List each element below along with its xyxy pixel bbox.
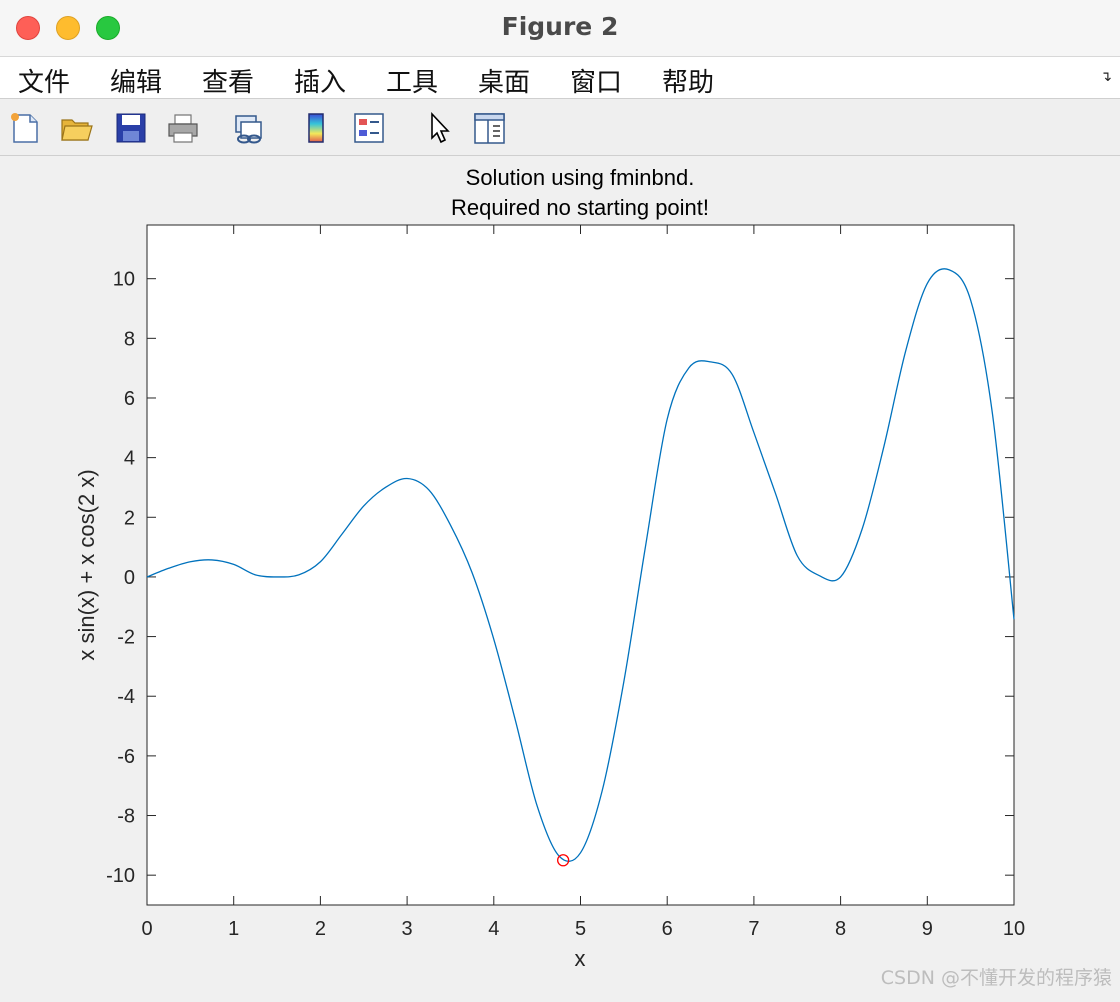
x-tick-label: 7: [748, 918, 759, 940]
chart-title-line-2: Required no starting point!: [451, 195, 709, 220]
chart-title-line-1: Solution using fminbnd.: [466, 165, 695, 190]
chevron-double-icon[interactable]: ↴: [1100, 69, 1112, 85]
x-tick-label: 1: [228, 918, 239, 940]
window-title: Figure 2: [501, 12, 619, 41]
print-icon[interactable]: [166, 111, 200, 145]
x-tick-label: 8: [835, 918, 846, 940]
y-tick-label: 10: [113, 269, 135, 291]
y-axis-label: x sin(x) + x cos(2 x): [74, 469, 99, 660]
x-axis-label: x: [575, 946, 586, 971]
toolbar: [0, 99, 1120, 156]
new-figure-icon[interactable]: [8, 111, 42, 145]
menu-file[interactable]: 文件: [18, 62, 70, 99]
menu-view[interactable]: 查看: [202, 62, 254, 99]
menu-bar: 文件 编辑 查看 插入 工具 桌面 窗口 帮助 ↴: [0, 57, 1120, 99]
figure-canvas: 0 1 2 3 4 5 6 7 8 9 10 -10 -8 -6 -4 -2 0 2 4 6 8 10 Solution …: [0, 156, 1120, 998]
y-tick-label: 2: [124, 507, 135, 529]
menu-desktop[interactable]: 桌面: [478, 62, 530, 99]
x-tick-label: 0: [141, 918, 152, 940]
figure-window: Figure 2 文件 编辑 查看 插入 工具 桌面 窗口 帮助 ↴ 0 1 2…: [0, 0, 1120, 998]
y-tick-label: 4: [124, 448, 135, 470]
colorbar-icon[interactable]: [300, 111, 334, 145]
y-tick-label: -4: [117, 686, 135, 708]
x-tick-label: 2: [315, 918, 326, 940]
x-tick-label: 9: [922, 918, 933, 940]
menu-tools[interactable]: 工具: [386, 62, 438, 99]
link-plot-icon[interactable]: [232, 111, 266, 145]
x-tick-label: 10: [1003, 918, 1025, 940]
x-tick-label: 4: [488, 918, 499, 940]
menu-help[interactable]: 帮助: [662, 62, 714, 99]
x-tick-label: 3: [402, 918, 413, 940]
y-tick-label: 0: [124, 567, 135, 589]
title-bar[interactable]: Figure 2: [0, 0, 1120, 57]
watermark: CSDN @不懂开发的程序猿: [880, 967, 1112, 989]
x-tick-label: 6: [662, 918, 673, 940]
y-tick-label: 8: [124, 328, 135, 350]
property-inspector-icon[interactable]: [472, 111, 506, 145]
open-file-icon[interactable]: [60, 111, 94, 145]
menu-insert[interactable]: 插入: [294, 62, 346, 99]
y-tick-label: -2: [117, 627, 135, 649]
legend-icon[interactable]: [352, 111, 386, 145]
y-tick-label: -8: [117, 806, 135, 828]
y-tick-label: 6: [124, 388, 135, 410]
chart[interactable]: 0 1 2 3 4 5 6 7 8 9 10 -10 -8 -6 -4 -2 0 2 4 6 8 10 Solution …: [0, 156, 1120, 998]
menu-window[interactable]: 窗口: [570, 62, 622, 99]
x-tick-label: 5: [575, 918, 586, 940]
edit-plot-icon[interactable]: [424, 111, 458, 145]
save-icon[interactable]: [114, 111, 148, 145]
y-tick-label: -10: [106, 865, 135, 887]
y-tick-label: -6: [117, 746, 135, 768]
axes-background: [146, 224, 1015, 906]
menu-edit[interactable]: 编辑: [110, 62, 162, 99]
